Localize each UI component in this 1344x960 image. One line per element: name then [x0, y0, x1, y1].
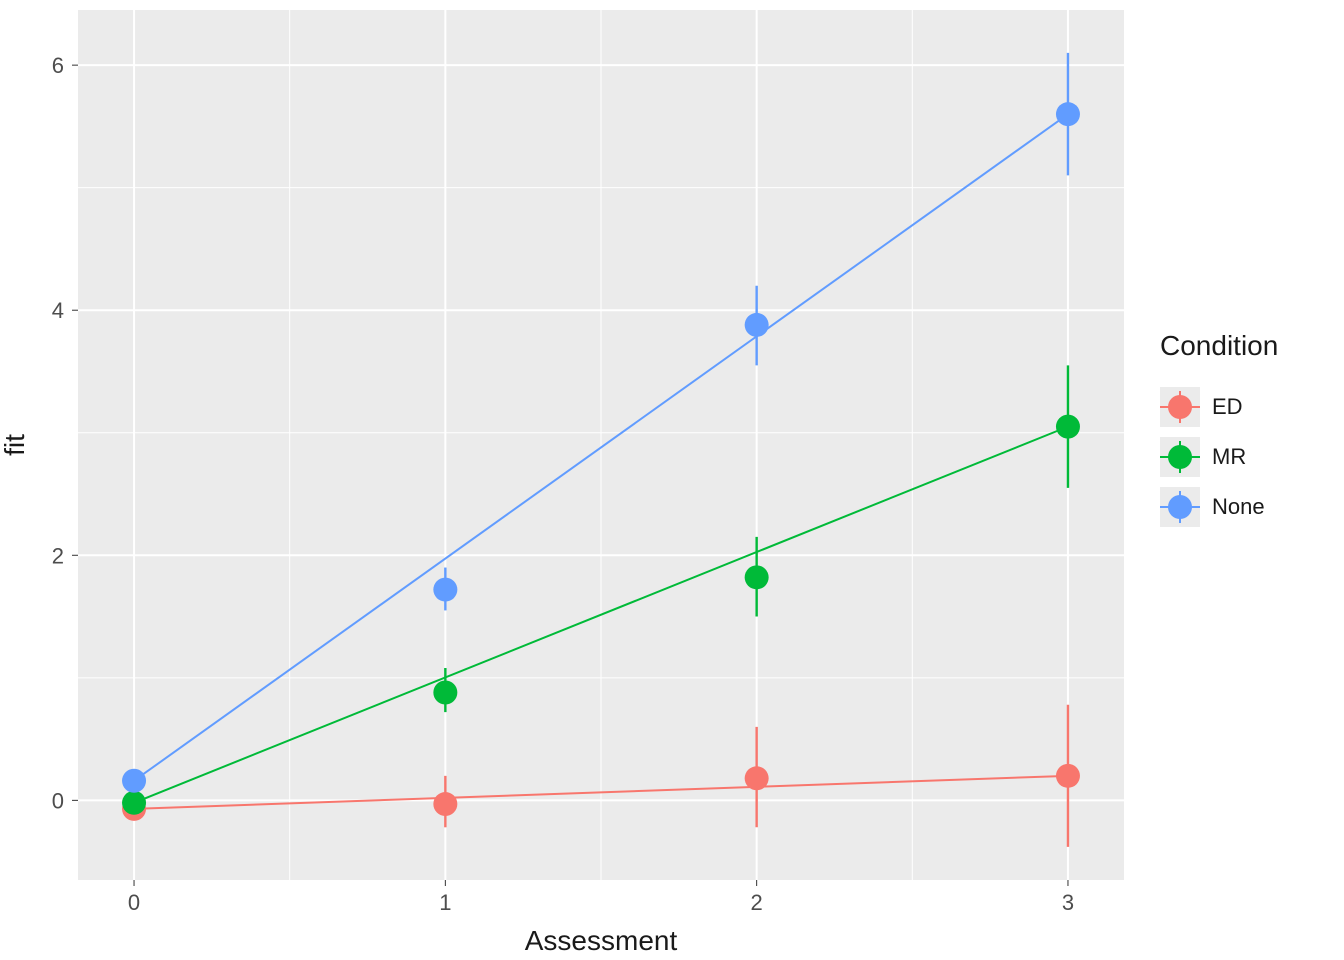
data-point — [745, 313, 769, 337]
data-point — [122, 769, 146, 793]
data-point — [745, 565, 769, 589]
y-tick-label: 4 — [52, 298, 64, 323]
x-axis-title: Assessment — [525, 925, 678, 956]
legend-label: None — [1212, 494, 1265, 519]
legend-label: ED — [1212, 394, 1243, 419]
legend-label: MR — [1212, 444, 1246, 469]
chart-svg: 0 1 2 3 0 2 4 6 Assessment fit Condition ED MR None — [0, 0, 1344, 960]
data-point — [433, 681, 457, 705]
legend-title: Condition — [1160, 330, 1278, 361]
data-point — [433, 578, 457, 602]
y-tick-label: 0 — [52, 788, 64, 813]
data-point — [1056, 764, 1080, 788]
x-tick-label: 2 — [751, 890, 763, 915]
y-tick-label: 6 — [52, 53, 64, 78]
data-point — [1056, 415, 1080, 439]
legend-key-point — [1168, 445, 1192, 469]
x-tick-label: 1 — [439, 890, 451, 915]
data-point — [122, 791, 146, 815]
legend-key-point — [1168, 395, 1192, 419]
x-tick-label: 3 — [1062, 890, 1074, 915]
y-tick-label: 2 — [52, 543, 64, 568]
data-point — [433, 792, 457, 816]
data-point — [1056, 102, 1080, 126]
legend-key-point — [1168, 495, 1192, 519]
data-point — [745, 766, 769, 790]
chart-container: 0 1 2 3 0 2 4 6 Assessment fit Condition ED MR None — [0, 0, 1344, 960]
x-tick-label: 0 — [128, 890, 140, 915]
y-axis-title: fit — [0, 434, 30, 456]
